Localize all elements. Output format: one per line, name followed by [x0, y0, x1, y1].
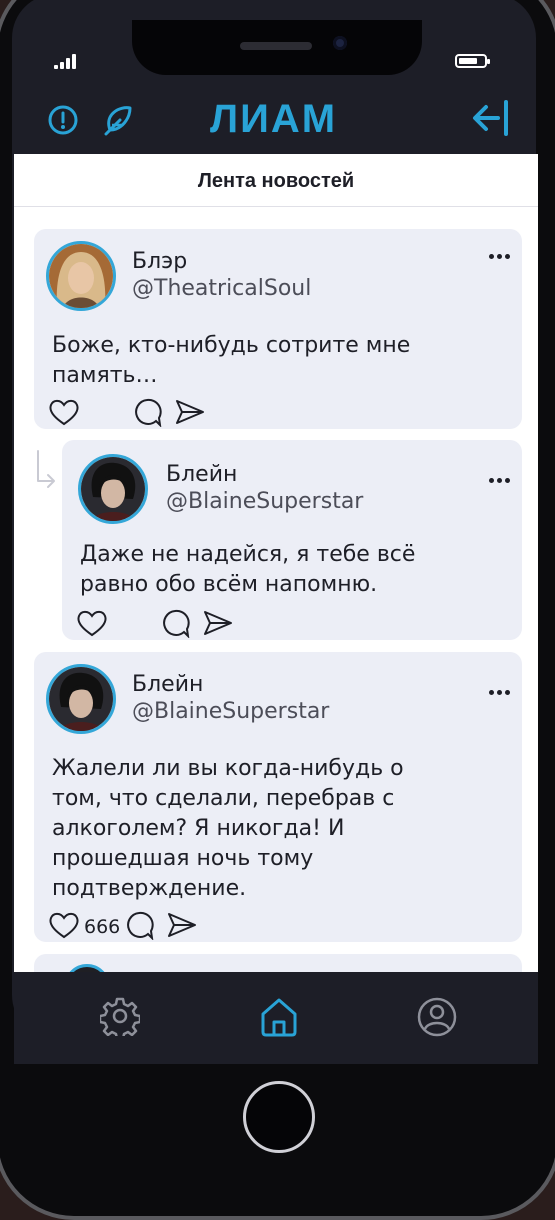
heart-icon[interactable] [48, 911, 80, 943]
avatar[interactable] [46, 241, 116, 311]
comment-icon[interactable] [124, 910, 154, 944]
battery-icon [455, 54, 490, 68]
author-name[interactable]: Блейн [132, 672, 203, 697]
reply-arrow-icon [34, 449, 58, 495]
share-icon[interactable] [174, 398, 206, 430]
more-options-button[interactable] [489, 254, 510, 259]
author-handle[interactable]: @BlaineSuperstar [132, 699, 329, 724]
post-actions [48, 397, 206, 431]
comment-icon[interactable] [132, 397, 162, 431]
like-count: 666 [84, 916, 121, 938]
settings-icon[interactable] [98, 996, 142, 1041]
heart-icon[interactable] [48, 398, 80, 430]
post-card[interactable]: Блэр @TheatricalSoul Боже, кто-нибудь со… [34, 229, 522, 429]
share-icon[interactable] [166, 911, 198, 943]
home-icon[interactable] [258, 996, 300, 1042]
avatar[interactable] [78, 454, 148, 524]
feather-icon[interactable] [100, 104, 134, 142]
post-text: Даже не надейся, я тебе всё равно обо вс… [80, 542, 416, 597]
feed-title: Лента новостей [14, 154, 538, 207]
author-handle[interactable]: @BlaineSuperstar [166, 489, 363, 514]
profile-icon[interactable] [416, 996, 458, 1042]
reply-post-card[interactable]: Блейн @BlaineSuperstar Даже не надейся, … [62, 440, 522, 640]
news-feed[interactable]: Лента новостей Блэр @TheatricalSoul Боже… [14, 154, 538, 972]
signal-icon [54, 54, 76, 69]
avatar[interactable] [46, 664, 116, 734]
author-name[interactable]: Блэр [132, 249, 187, 274]
post-actions [76, 608, 234, 642]
logout-icon[interactable] [470, 98, 512, 142]
notch [132, 20, 422, 75]
heart-icon[interactable] [76, 609, 108, 641]
comment-icon[interactable] [160, 608, 190, 642]
post-text: Жалели ли вы когда-нибудь о том, что сде… [52, 756, 404, 901]
author-handle[interactable]: @TheatricalSoul [132, 276, 311, 301]
alert-circle-icon[interactable] [47, 104, 79, 140]
post-card[interactable]: Блейн @BlaineSuperstar Жалели ли вы когд… [34, 652, 522, 942]
share-icon[interactable] [202, 609, 234, 641]
speaker [240, 42, 312, 50]
more-options-button[interactable] [489, 690, 510, 695]
post-actions: 666 [48, 910, 198, 944]
app-logo: ЛИАМ [210, 97, 338, 141]
post-card[interactable] [34, 954, 522, 972]
post-text: Боже, кто-нибудь сотрите мне память… [52, 333, 411, 388]
author-name[interactable]: Блейн [166, 462, 237, 487]
more-options-button[interactable] [489, 478, 510, 483]
front-camera [333, 36, 347, 50]
home-button[interactable] [243, 1081, 315, 1153]
avatar[interactable] [64, 964, 110, 972]
bottom-navigation [14, 972, 538, 1064]
